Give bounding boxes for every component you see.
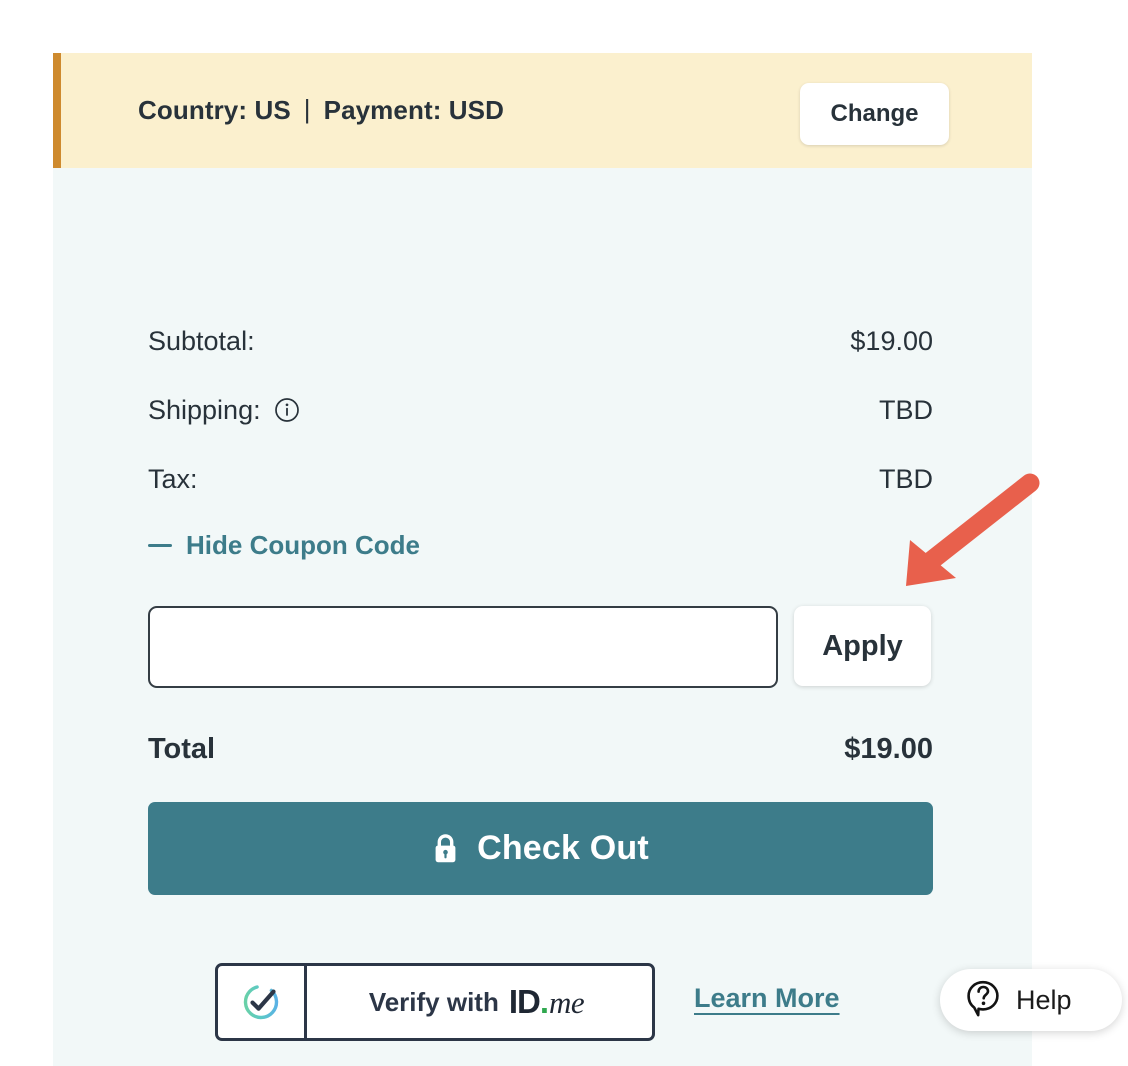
shipping-label: Shipping:: [148, 395, 261, 426]
total-value: $19.00: [844, 733, 933, 766]
verify-with-label: Verify with: [369, 987, 499, 1018]
apply-button-label: Apply: [822, 630, 903, 663]
learn-more-link[interactable]: Learn More: [694, 983, 840, 1014]
summary-row-tax: Tax: TBD: [148, 459, 933, 499]
screenshot-root: Country: US | Payment: USD Change Subtot…: [0, 0, 1128, 1066]
minus-icon: [148, 544, 172, 547]
check-circle-icon: [236, 977, 286, 1027]
change-locale-button[interactable]: Change: [800, 83, 949, 145]
tax-label: Tax:: [148, 464, 198, 495]
locale-accent-bar: [53, 53, 61, 168]
total-label: Total: [148, 733, 215, 766]
question-bubble-icon: [964, 978, 1002, 1023]
idme-text-cell: Verify with ID . me: [307, 966, 652, 1038]
verification-row: Verify with ID . me Learn More: [53, 963, 1032, 1041]
idme-logo-dot: .: [540, 983, 549, 1021]
order-summary-card: Country: US | Payment: USD Change Subtot…: [53, 53, 1032, 1066]
card-body: Subtotal: $19.00 Shipping: TBD: [53, 168, 1032, 1066]
subtotal-label: Subtotal:: [148, 326, 255, 357]
idme-logo-id: ID: [509, 983, 540, 1021]
summary-row-total: Total $19.00: [148, 728, 933, 770]
idme-logo: ID . me: [509, 983, 584, 1021]
subtotal-value: $19.00: [850, 326, 933, 357]
check-circle-cell: [218, 966, 307, 1038]
lock-icon: [432, 833, 459, 865]
help-widget-button[interactable]: Help: [940, 969, 1122, 1031]
check-out-label: Check Out: [477, 829, 649, 868]
help-label: Help: [1016, 985, 1072, 1016]
country-label: Country: US: [138, 95, 291, 126]
locale-text-group: Country: US | Payment: USD: [138, 53, 504, 168]
hide-coupon-code-toggle[interactable]: Hide Coupon Code: [148, 530, 420, 561]
locale-banner: Country: US | Payment: USD Change: [53, 53, 1032, 168]
check-out-button[interactable]: Check Out: [148, 802, 933, 895]
summary-row-subtotal: Subtotal: $19.00: [148, 321, 933, 361]
coupon-code-input[interactable]: [148, 606, 778, 688]
verify-with-idme-button[interactable]: Verify with ID . me: [215, 963, 655, 1041]
apply-coupon-button[interactable]: Apply: [794, 606, 931, 686]
payment-label: Payment: USD: [324, 95, 504, 126]
coupon-toggle-label: Hide Coupon Code: [186, 530, 420, 561]
summary-row-shipping: Shipping: TBD: [148, 390, 933, 430]
locale-separator: |: [291, 94, 324, 125]
idme-logo-me: me: [549, 985, 584, 1021]
change-button-label: Change: [830, 100, 918, 128]
tax-value: TBD: [879, 464, 933, 495]
shipping-label-group: Shipping:: [148, 395, 300, 426]
shipping-value: TBD: [879, 395, 933, 426]
info-icon[interactable]: [274, 397, 300, 423]
